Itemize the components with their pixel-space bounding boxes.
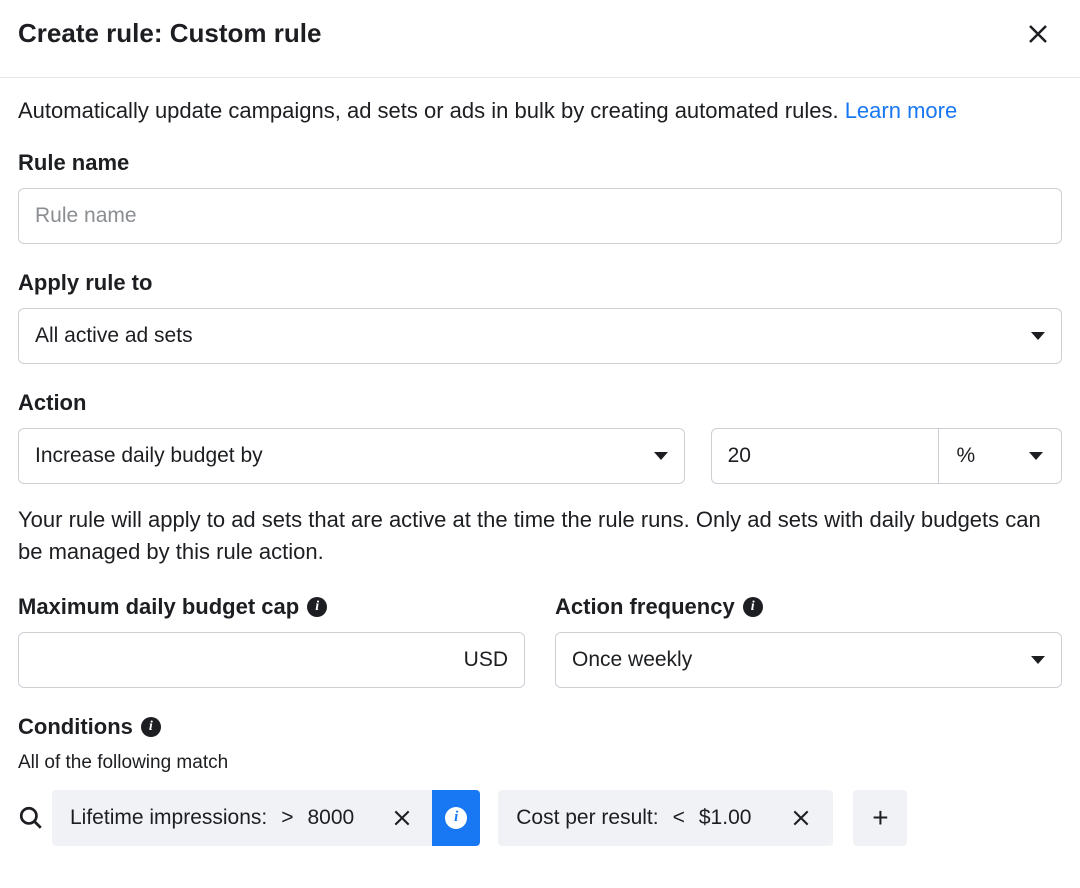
action-unit-selected: %: [957, 444, 976, 468]
condition-remove-button[interactable]: [384, 804, 420, 832]
learn-more-link[interactable]: Learn more: [845, 98, 958, 123]
conditions-subtext: All of the following match: [18, 752, 1062, 774]
condition-chip: Cost per result: < $1.00: [498, 790, 833, 846]
info-icon[interactable]: i: [743, 597, 763, 617]
modal-title: Create rule: Custom rule: [18, 18, 321, 49]
condition-info-badge[interactable]: i: [432, 790, 480, 846]
modal-header: Create rule: Custom rule: [0, 0, 1080, 78]
condition-chip: Lifetime impressions: > 8000 i: [52, 790, 480, 846]
condition-chip-body[interactable]: Cost per result: < $1.00: [498, 790, 769, 846]
budget-cap-field: USD: [18, 632, 525, 688]
budget-cap-label: Maximum daily budget cap i: [18, 594, 525, 620]
chevron-down-icon: [1029, 452, 1043, 460]
conditions-row: Lifetime impressions: > 8000 i: [18, 790, 1062, 846]
action-helper-text: Your rule will apply to ad sets that are…: [18, 504, 1062, 568]
conditions-label-text: Conditions: [18, 714, 133, 740]
condition-metric: Lifetime impressions:: [70, 806, 267, 830]
chevron-down-icon: [1031, 332, 1045, 340]
budget-cap-label-text: Maximum daily budget cap: [18, 594, 299, 620]
condition-operator: <: [673, 806, 685, 830]
info-icon[interactable]: i: [141, 717, 161, 737]
apply-to-selected: All active ad sets: [35, 324, 193, 348]
action-type-selected: Increase daily budget by: [35, 444, 263, 468]
action-value-group: %: [711, 428, 1062, 484]
close-icon: [392, 808, 412, 828]
conditions-label: Conditions i: [18, 714, 1062, 740]
apply-to-select[interactable]: All active ad sets: [18, 308, 1062, 364]
action-label: Action: [18, 390, 1062, 416]
budget-cap-input[interactable]: [19, 633, 464, 687]
intro-copy: Automatically update campaigns, ad sets …: [18, 98, 845, 123]
search-icon[interactable]: [18, 805, 44, 831]
rule-name-input[interactable]: [18, 188, 1062, 244]
close-button[interactable]: [1022, 18, 1054, 53]
frequency-selected: Once weekly: [572, 648, 692, 672]
frequency-label: Action frequency i: [555, 594, 1062, 620]
info-icon[interactable]: i: [307, 597, 327, 617]
add-condition-button[interactable]: +: [853, 790, 907, 846]
apply-to-label: Apply rule to: [18, 270, 1062, 296]
intro-text: Automatically update campaigns, ad sets …: [18, 98, 1062, 124]
budget-cap-suffix: USD: [464, 648, 508, 672]
close-icon: [1026, 22, 1050, 46]
action-unit-select[interactable]: %: [938, 428, 1062, 484]
condition-metric: Cost per result:: [516, 806, 658, 830]
condition-operator: >: [281, 806, 293, 830]
close-icon: [791, 808, 811, 828]
chevron-down-icon: [1031, 656, 1045, 664]
condition-chip-body[interactable]: Lifetime impressions: > 8000: [52, 790, 372, 846]
info-icon: i: [445, 807, 467, 829]
frequency-label-text: Action frequency: [555, 594, 735, 620]
frequency-select[interactable]: Once weekly: [555, 632, 1062, 688]
chevron-down-icon: [654, 452, 668, 460]
condition-value: 8000: [308, 806, 355, 830]
condition-remove-button[interactable]: [783, 804, 819, 832]
action-value-input[interactable]: [711, 428, 938, 484]
rule-name-label: Rule name: [18, 150, 1062, 176]
condition-value: $1.00: [699, 806, 752, 830]
plus-icon: +: [872, 802, 888, 834]
action-type-select[interactable]: Increase daily budget by: [18, 428, 685, 484]
